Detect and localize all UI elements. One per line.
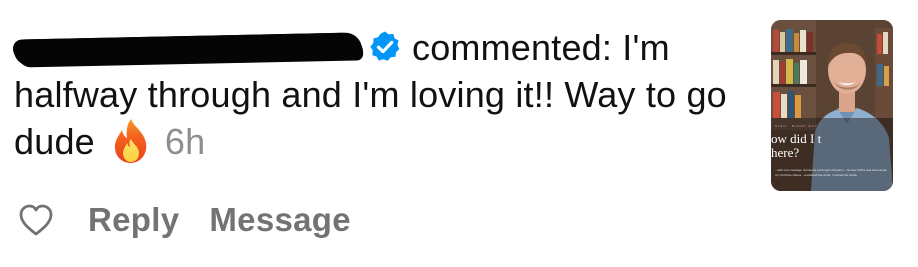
notification-verb: commented:: [412, 27, 613, 68]
reply-button[interactable]: Reply: [88, 201, 179, 239]
action-bar: Reply Message: [18, 195, 381, 245]
post-thumbnail[interactable]: HIGH · RIGHT GUY ow did I t here? ...wit…: [771, 20, 893, 191]
thumbnail-caption: ...with one message. Someone at Penguin …: [775, 168, 887, 177]
timestamp: 6h: [164, 121, 206, 162]
fire-emoji-icon: [109, 118, 153, 164]
message-button[interactable]: Message: [209, 201, 351, 239]
notification-text: commented: I'm halfway through and I'm l…: [13, 24, 759, 165]
comment-notification[interactable]: commented: I'm halfway through and I'm l…: [0, 0, 918, 267]
thumbnail-title: ow did I t here?: [771, 131, 822, 160]
verified-badge-icon: [368, 28, 402, 62]
thumbnail-kicker: HIGH · RIGHT GUY: [775, 124, 818, 128]
redacted-username[interactable]: [13, 32, 363, 66]
heart-outline-icon[interactable]: [18, 203, 54, 237]
thumbnail-photo: [771, 20, 893, 191]
